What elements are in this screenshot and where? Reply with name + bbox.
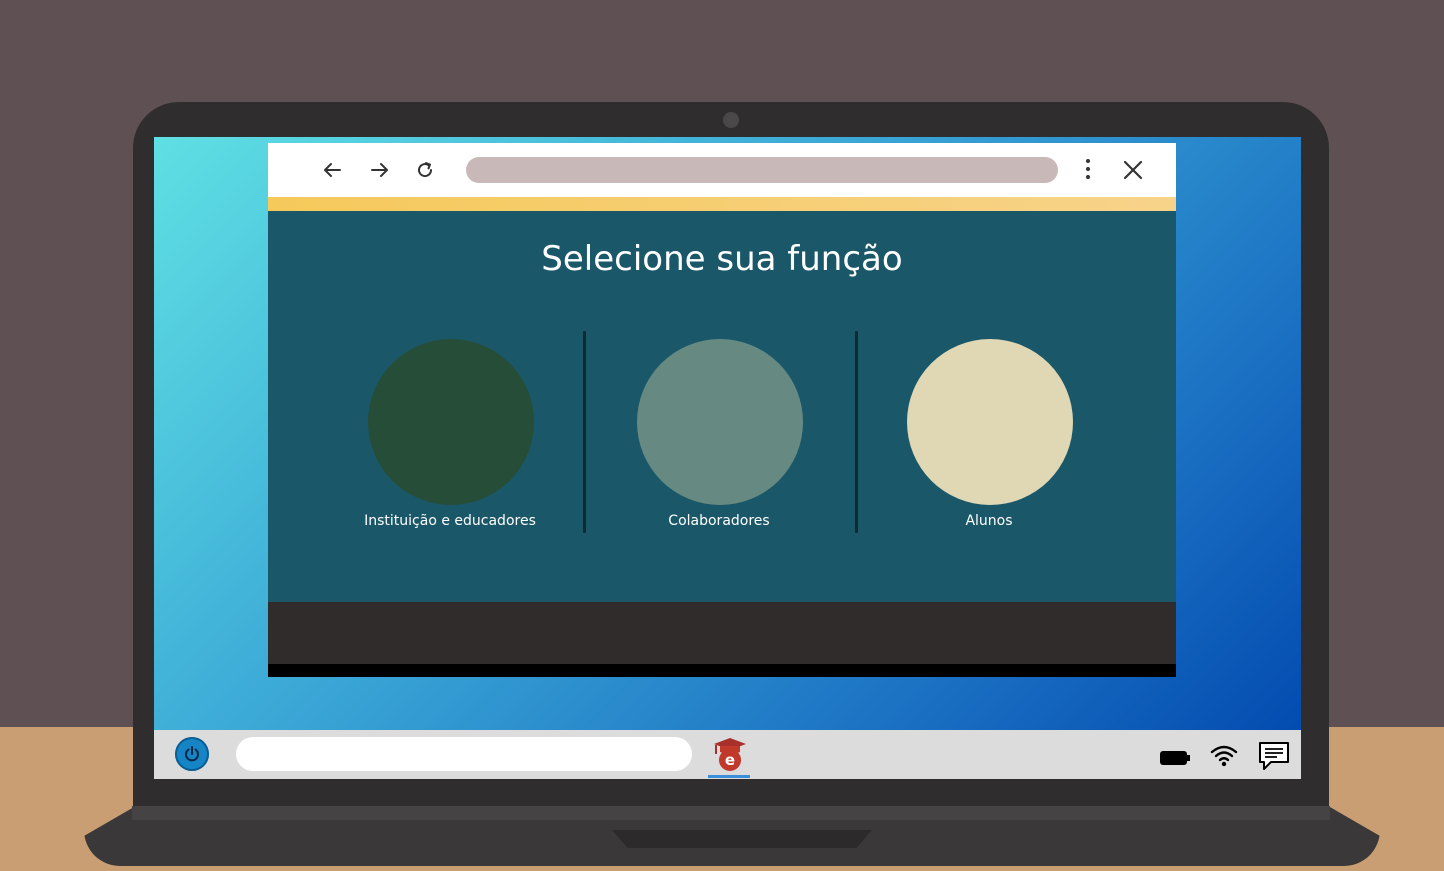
address-bar[interactable] <box>466 157 1058 183</box>
reload-icon <box>418 162 433 178</box>
browser-menu-button[interactable] <box>1076 154 1100 184</box>
chat-icon <box>1259 742 1289 770</box>
page-footer-bar <box>268 664 1176 677</box>
close-icon <box>1123 160 1143 180</box>
battery-button[interactable] <box>1159 750 1191 778</box>
reload-button[interactable] <box>411 156 439 184</box>
close-button[interactable] <box>1118 155 1148 185</box>
forward-button[interactable] <box>366 156 394 184</box>
arrow-left-icon <box>324 163 341 177</box>
app-button[interactable]: e <box>706 734 750 776</box>
page-title: Selecione sua função <box>541 239 903 279</box>
page-footer <box>268 602 1176 664</box>
role-label: Instituição e educadores <box>364 513 536 529</box>
role-option-alunos[interactable]: Alunos <box>869 333 1109 543</box>
browser-toolbar <box>268 143 1176 197</box>
vertical-dots-icon <box>1086 159 1090 163</box>
back-button[interactable] <box>318 156 346 184</box>
role-label: Colaboradores <box>668 513 770 529</box>
desktop-screen: Selecione sua função Instituição e educa… <box>154 137 1301 779</box>
wifi-button[interactable] <box>1209 742 1239 770</box>
wifi-icon <box>1210 745 1238 767</box>
role-option-colaboradores[interactable]: Colaboradores <box>599 333 839 543</box>
role-circle <box>368 339 534 505</box>
graduation-cap-e-icon: e <box>714 738 746 771</box>
taskbar: e <box>154 730 1301 779</box>
laptop-notch <box>612 830 872 848</box>
active-app-indicator <box>708 775 750 778</box>
role-circle <box>637 339 803 505</box>
notifications-button[interactable] <box>1257 740 1291 770</box>
battery-icon <box>1160 751 1190 765</box>
divider <box>583 331 586 533</box>
role-label: Alunos <box>965 513 1013 529</box>
taskbar-search-input[interactable] <box>236 737 692 771</box>
laptop-hinge <box>132 806 1330 820</box>
role-circle <box>907 339 1073 505</box>
divider <box>855 331 858 533</box>
webcam <box>723 112 739 128</box>
power-icon <box>185 746 199 762</box>
header-accent-bar <box>268 197 1176 211</box>
role-option-instituicao[interactable]: Instituição e educadores <box>330 333 570 543</box>
power-button[interactable] <box>175 737 209 771</box>
browser-window: Selecione sua função Instituição e educa… <box>268 143 1176 677</box>
arrow-right-icon <box>371 163 388 177</box>
